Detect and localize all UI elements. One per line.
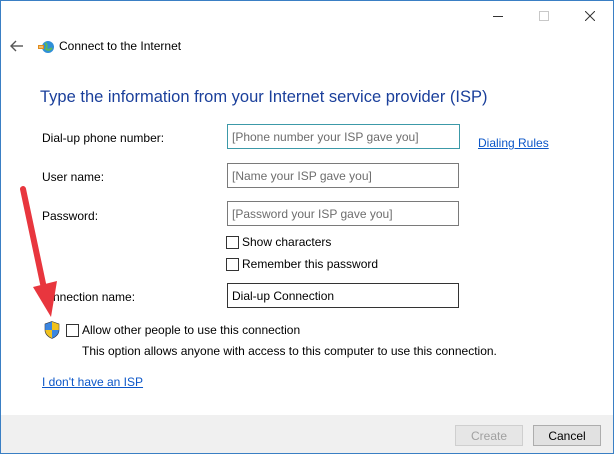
dialog-footer: Create Cancel: [1, 415, 613, 453]
phone-number-field[interactable]: [Phone number your ISP gave you]: [227, 124, 460, 149]
phone-number-placeholder: [Phone number your ISP gave you]: [232, 129, 419, 144]
allow-others-label: Allow other people to use this connectio…: [82, 323, 301, 337]
maximize-button[interactable]: [521, 1, 567, 31]
password-placeholder: [Password your ISP gave you]: [232, 206, 393, 221]
username-label: User name:: [42, 170, 105, 184]
username-field[interactable]: [Name your ISP gave you]: [227, 163, 459, 188]
window-title: Connect to the Internet: [59, 39, 182, 53]
connection-name-value: Dial-up Connection: [232, 288, 335, 303]
back-button[interactable]: [7, 36, 27, 56]
password-field[interactable]: [Password your ISP gave you]: [227, 201, 459, 226]
username-placeholder: [Name your ISP gave you]: [232, 168, 372, 183]
cancel-button[interactable]: Cancel: [533, 425, 601, 446]
allow-others-option[interactable]: Allow other people to use this connectio…: [66, 323, 300, 337]
show-characters-label: Show characters: [242, 235, 332, 249]
uac-shield-icon: [44, 321, 60, 339]
create-button[interactable]: Create: [455, 425, 523, 446]
phone-label: Dial-up phone number:: [42, 131, 165, 145]
no-isp-link[interactable]: I don't have an ISP: [42, 375, 143, 389]
window-controls: [475, 1, 613, 31]
allow-others-checkbox[interactable]: [66, 323, 79, 337]
connect-to-internet-window: Connect to the Internet Type the informa…: [0, 0, 614, 454]
back-arrow-icon: [10, 40, 23, 52]
close-button[interactable]: [567, 1, 613, 31]
password-label: Password:: [42, 209, 99, 223]
remember-password-label: Remember this password: [242, 257, 379, 271]
remember-password-checkbox[interactable]: [226, 257, 239, 271]
connection-name-field[interactable]: Dial-up Connection: [227, 283, 459, 308]
allow-others-note: This option allows anyone with access to…: [82, 344, 497, 358]
minimize-icon: [493, 16, 503, 17]
connection-name-label: nnection name:: [53, 290, 136, 304]
page-heading: Type the information from your Internet …: [40, 88, 488, 106]
dialing-rules-link[interactable]: Dialing Rules: [478, 136, 549, 150]
show-characters-option[interactable]: Show characters: [226, 235, 331, 249]
minimize-button[interactable]: [475, 1, 521, 31]
close-icon: [585, 11, 595, 21]
remember-password-option[interactable]: Remember this password: [226, 257, 378, 271]
show-characters-checkbox[interactable]: [226, 235, 239, 249]
maximize-icon: [539, 11, 549, 21]
network-globe-icon: [38, 41, 54, 53]
annotation-arrow-icon: [20, 186, 57, 317]
